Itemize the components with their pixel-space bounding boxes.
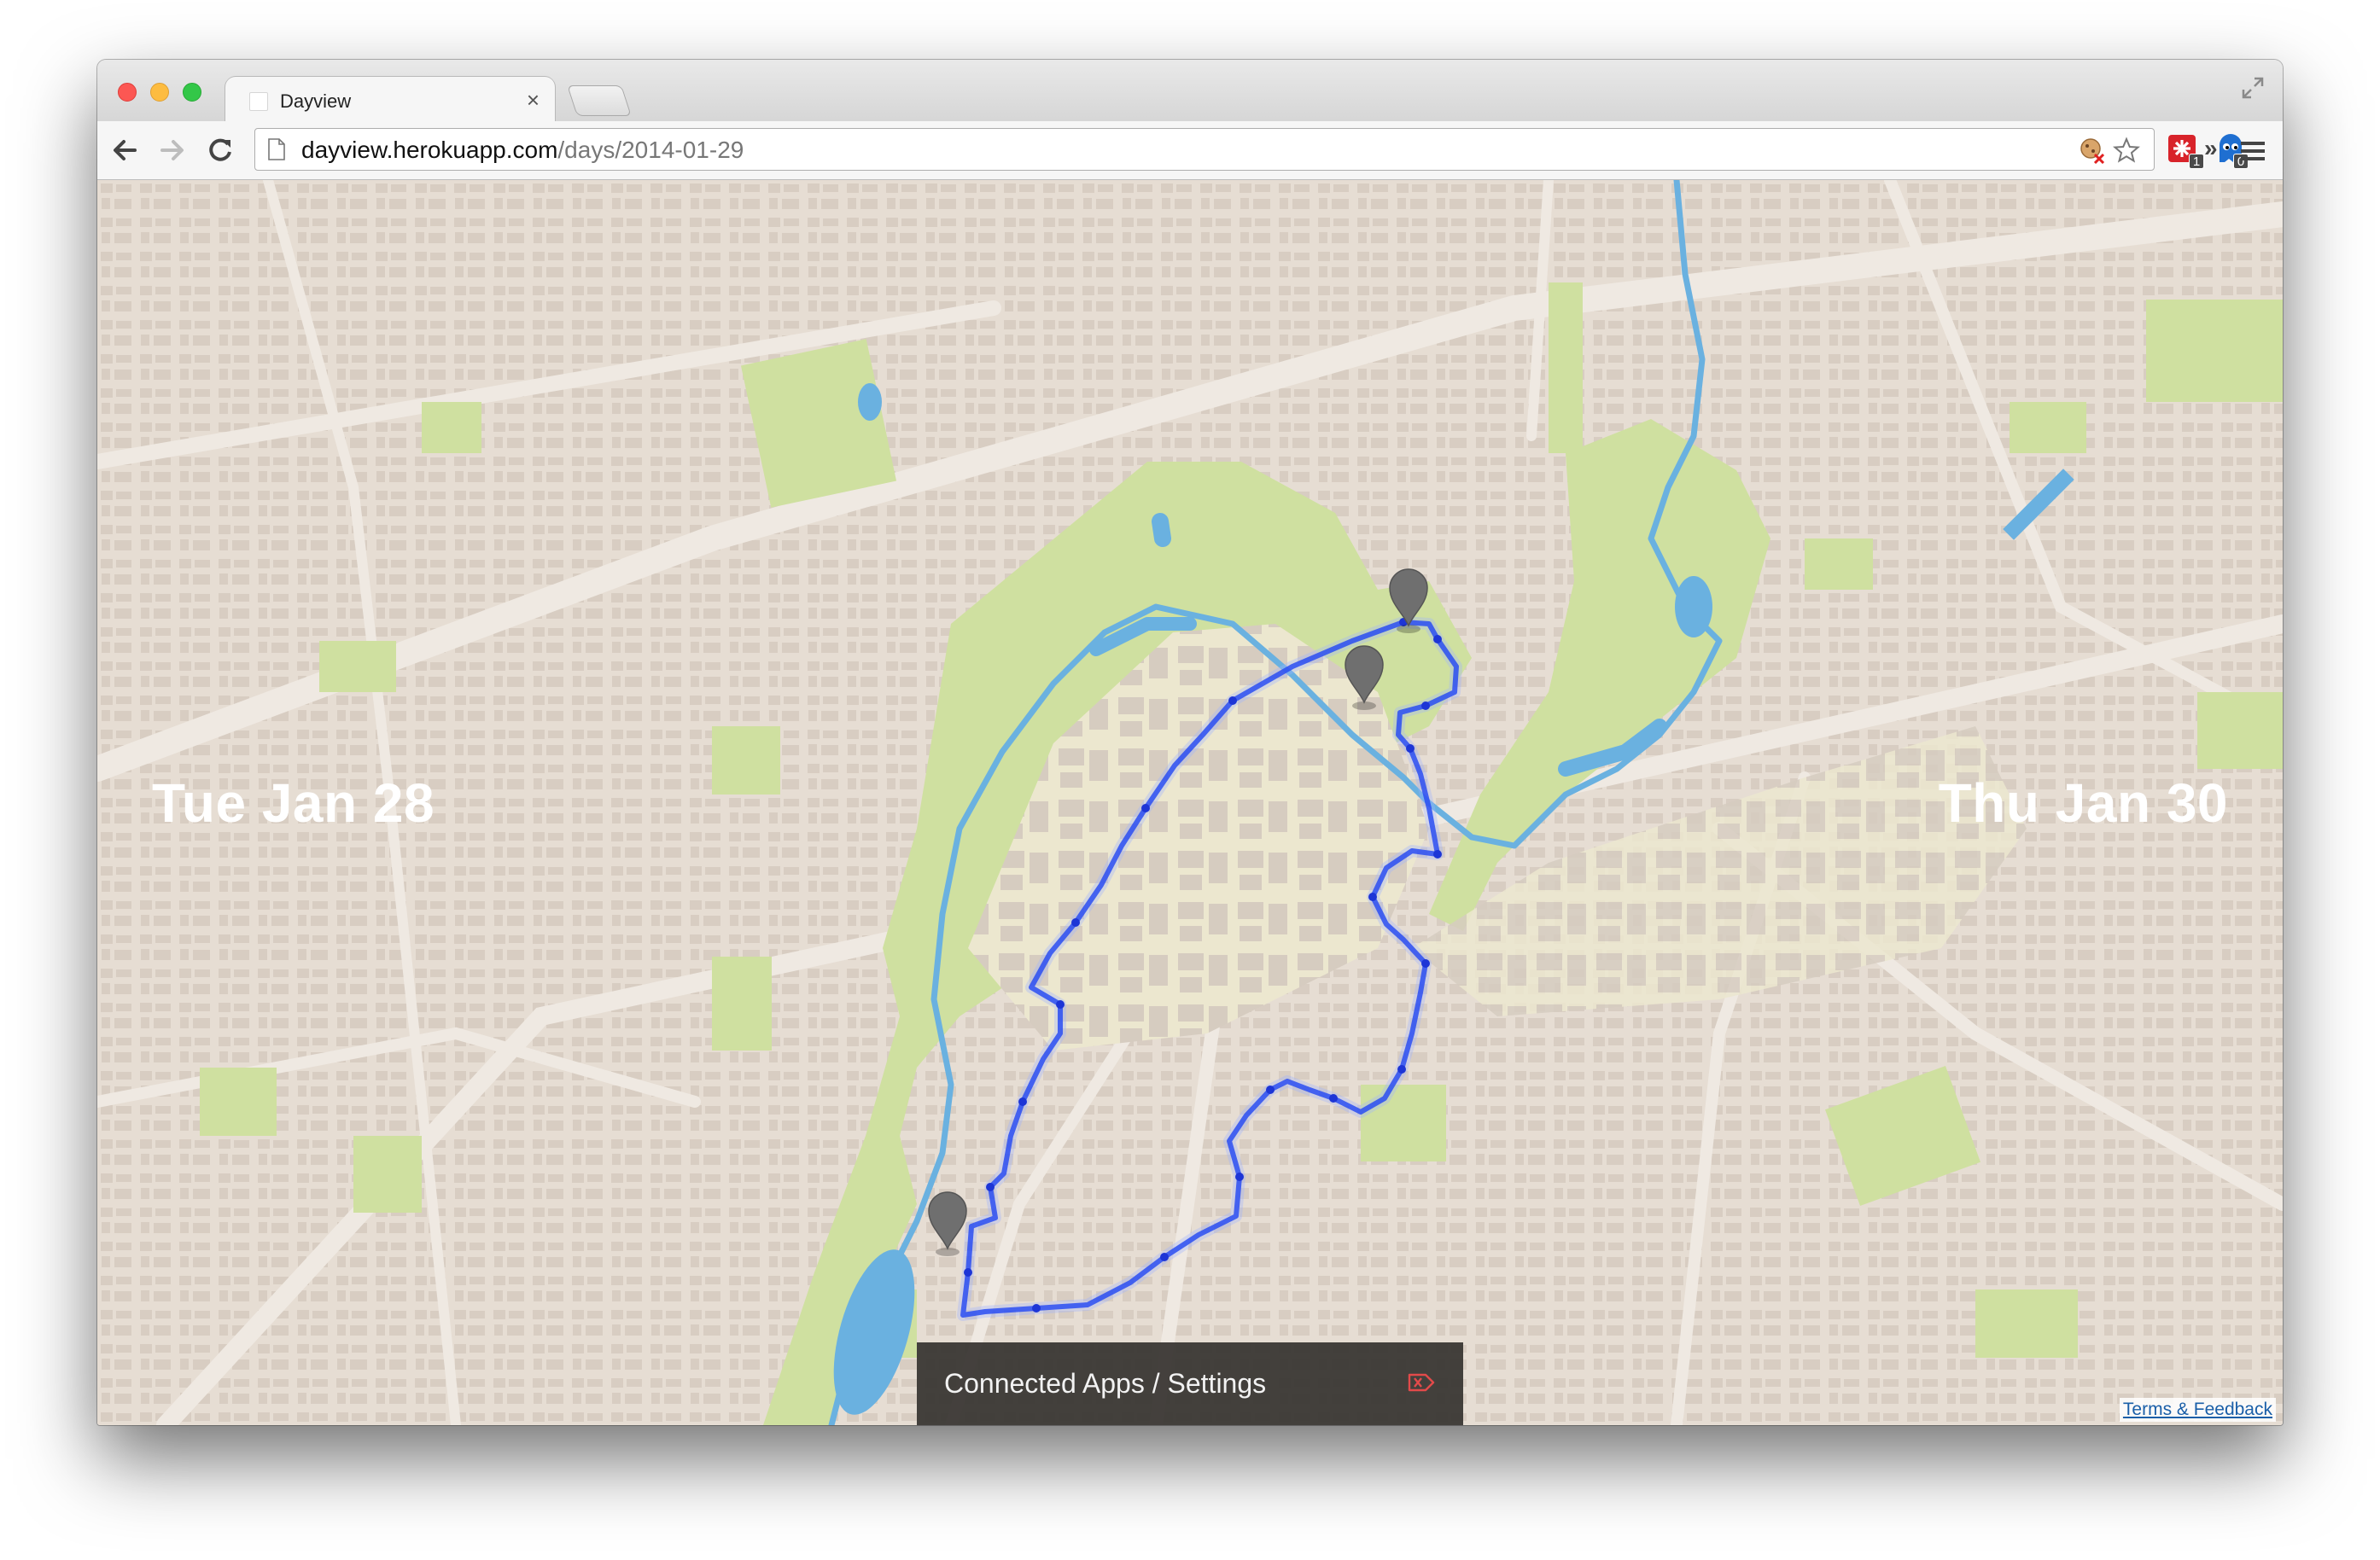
tab-close-icon[interactable]: × <box>527 89 540 111</box>
browser-toolbar: dayview.herokuapp.com/days/2014-01-29 1 <box>97 121 2283 180</box>
url-path: /days/2014-01-29 <box>557 137 744 163</box>
extension-button-1[interactable]: 1 <box>2167 133 2204 169</box>
tab-strip: Dayview × <box>97 60 2283 125</box>
cookie-blocked-icon[interactable] <box>2079 137 2106 164</box>
bookmark-star-icon[interactable] <box>2113 137 2140 164</box>
tag-x-icon[interactable] <box>1407 1370 1436 1395</box>
forward-icon[interactable] <box>157 135 188 166</box>
page-icon <box>268 138 285 160</box>
tab-dayview[interactable]: Dayview × <box>225 77 555 125</box>
zoom-window-button[interactable] <box>183 83 201 102</box>
extension-badge: 1 <box>2189 154 2204 169</box>
extensions-overflow-icon[interactable]: » <box>2204 135 2218 162</box>
close-window-button[interactable] <box>118 83 137 102</box>
back-icon[interactable] <box>109 135 140 166</box>
settings-label: Connected Apps / Settings <box>944 1368 1267 1399</box>
browser-window: Dayview × dayview.herokuapp.com/days/201… <box>97 60 2283 1425</box>
fullscreen-icon[interactable] <box>2240 75 2266 101</box>
reload-icon[interactable] <box>205 135 236 166</box>
page-viewport: Tue Jan 28 Thu Jan 30 Connected Apps / S… <box>97 180 2283 1425</box>
page-favicon-icon <box>249 92 268 111</box>
prev-day-link[interactable]: Tue Jan 28 <box>152 771 435 835</box>
minimize-window-button[interactable] <box>150 83 169 102</box>
next-day-link[interactable]: Thu Jan 30 <box>1939 771 2228 835</box>
new-tab-button[interactable] <box>567 85 632 116</box>
tab-title: Dayview <box>280 90 352 112</box>
address-bar[interactable]: dayview.herokuapp.com/days/2014-01-29 <box>254 128 2155 171</box>
url-host: dayview.herokuapp.com <box>301 137 558 163</box>
settings-panel-toggle[interactable]: Connected Apps / Settings <box>917 1342 1463 1425</box>
menu-icon[interactable] <box>2238 138 2267 164</box>
url-text: dayview.herokuapp.com/days/2014-01-29 <box>301 137 744 164</box>
terms-feedback-link[interactable]: Terms & Feedback <box>2119 1398 2276 1422</box>
